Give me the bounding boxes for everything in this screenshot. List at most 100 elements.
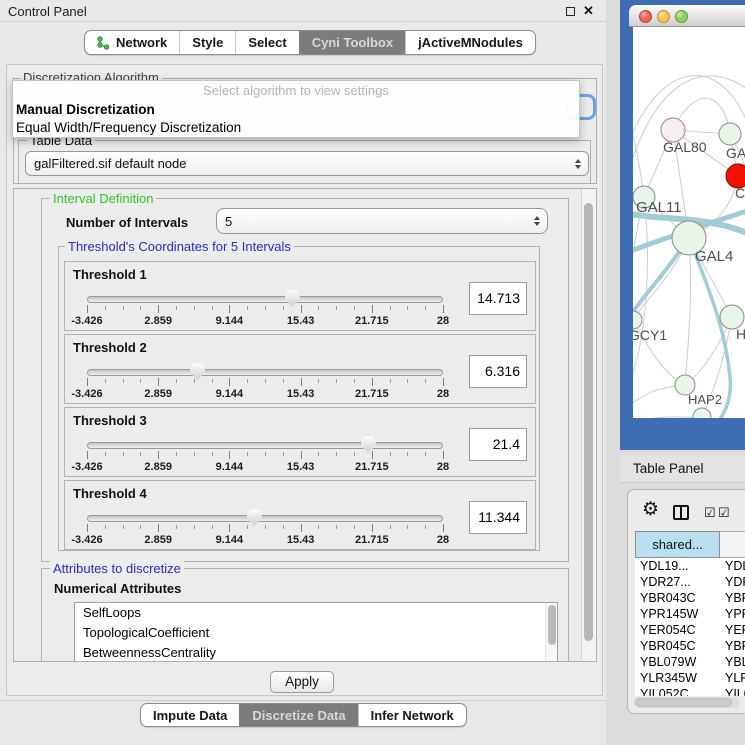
tick-mark: [318, 452, 319, 456]
threshold-value-input[interactable]: 14.713: [469, 282, 527, 315]
float-icon[interactable]: [566, 7, 575, 16]
threshold-label: Threshold 1: [73, 267, 147, 282]
zoom-traffic-light-icon[interactable]: [675, 10, 688, 23]
tick-label: 28: [437, 388, 449, 400]
table-cell: YBR0: [720, 638, 745, 654]
close-icon[interactable]: ✕: [583, 3, 594, 19]
thresholds-group-title: Threshold's Coordinates for 5 Intervals: [65, 239, 294, 254]
tick-mark: [336, 379, 337, 383]
threshold-label: Threshold 4: [73, 486, 147, 501]
threshold-value-input[interactable]: 11.344: [469, 501, 527, 534]
column-header-2[interactable]: n...: [720, 531, 745, 558]
slider-track[interactable]: [87, 369, 443, 376]
threshold-value-input[interactable]: 6.316: [469, 355, 527, 388]
node-label: HAP2: [688, 392, 722, 407]
threshold-panel-2: Threshold 2-3.4262.8599.14415.4321.71528…: [64, 334, 536, 404]
table-row[interactable]: YBR045CYBR0: [635, 638, 745, 654]
tick-mark: [425, 379, 426, 383]
tab-infer-network[interactable]: Infer Network: [358, 704, 466, 726]
checkbox-checked-icon[interactable]: ☑: [704, 505, 716, 521]
tick-mark: [247, 452, 248, 456]
tab-jactivemnodules[interactable]: jActiveMNodules: [405, 31, 535, 54]
network-edge[interactable]: [633, 197, 647, 387]
threshold-slider[interactable]: -3.4262.8599.14415.4321.71528: [87, 509, 443, 549]
tick-mark: [105, 379, 106, 383]
table-row[interactable]: YBL079WYBL0: [635, 654, 745, 670]
combo-spinner-icon: [575, 159, 581, 169]
slider-track[interactable]: [87, 296, 443, 303]
scrollbar-thumb[interactable]: [548, 605, 556, 645]
network-window: GAL80GACGAL11GAL4GCY1HHAP2: [620, 0, 745, 450]
number-of-intervals-value: 5: [225, 214, 232, 229]
table-row[interactable]: YLR345WYLR3: [635, 670, 745, 686]
split-columns-icon[interactable]: [673, 505, 689, 520]
tab-cyni-toolbox[interactable]: Cyni Toolbox: [299, 31, 405, 54]
threshold-slider[interactable]: -3.4262.8599.14415.4321.71528: [87, 436, 443, 476]
network-edge[interactable]: [633, 417, 702, 418]
network-edge[interactable]: [685, 238, 690, 385]
slider-track[interactable]: [87, 442, 443, 449]
table-cell: YPR1: [720, 606, 745, 622]
tick-mark: [158, 451, 159, 459]
table-header-row: shared...n...: [635, 531, 745, 558]
minimize-traffic-light-icon[interactable]: [657, 10, 670, 23]
network-window-titlebar[interactable]: [629, 5, 745, 27]
slider-track[interactable]: [87, 515, 443, 522]
tab-impute-data[interactable]: Impute Data: [141, 704, 239, 726]
tick-mark: [336, 306, 337, 310]
slider-ticks: [87, 524, 443, 533]
tick-label: 15.43: [287, 388, 315, 400]
threshold-panel-3: Threshold 3-3.4262.8599.14415.4321.71528…: [64, 407, 536, 477]
table-cell: YBR045C: [635, 638, 720, 654]
tab-network[interactable]: Network: [85, 31, 179, 54]
gear-icon[interactable]: ⚙: [642, 500, 659, 519]
network-canvas[interactable]: GAL80GACGAL11GAL4GCY1HHAP2: [633, 27, 745, 418]
table-row[interactable]: YBR043CYBR0: [635, 590, 745, 606]
checkbox-checked-icon[interactable]: ☑: [718, 505, 730, 521]
horizontal-scrollbar[interactable]: [634, 697, 740, 708]
table-cell: YIL052C: [635, 686, 720, 696]
algorithm-option-1[interactable]: Manual Discretization: [13, 101, 579, 119]
algorithm-option-2[interactable]: Equal Width/Frequency Discretization: [13, 119, 579, 137]
tab-style[interactable]: Style: [179, 31, 235, 54]
tick-mark: [283, 452, 284, 456]
tick-mark: [265, 452, 266, 456]
tab-select[interactable]: Select: [235, 31, 298, 54]
table-data-combobox[interactable]: galFiltered.sif default node: [25, 151, 589, 176]
tab-discretize-data[interactable]: Discretize Data: [239, 704, 357, 726]
scrollbar-thumb[interactable]: [584, 203, 593, 641]
attribute-item[interactable]: SelfLoops: [75, 603, 557, 623]
apply-button[interactable]: Apply: [270, 671, 334, 693]
table-row[interactable]: YER054CYER0: [635, 622, 745, 638]
threshold-value-input[interactable]: 21.4: [469, 428, 527, 461]
vertical-scrollbar[interactable]: [581, 189, 596, 661]
attribute-item[interactable]: BetweennessCentrality: [75, 643, 557, 662]
close-traffic-light-icon[interactable]: [639, 10, 652, 23]
attribute-item[interactable]: TopologicalCoefficient: [75, 623, 557, 643]
network-node[interactable]: [693, 408, 711, 418]
table-row[interactable]: YPR145WYPR1: [635, 606, 745, 622]
threshold-slider[interactable]: -3.4262.8599.14415.4321.71528: [87, 290, 443, 330]
tick-mark: [105, 525, 106, 529]
scrollbar-thumb[interactable]: [635, 698, 732, 707]
tick-mark: [194, 452, 195, 456]
threshold-slider[interactable]: -3.4262.8599.14415.4321.71528: [87, 363, 443, 403]
table-row[interactable]: YDL19...YDL1: [635, 558, 745, 574]
numerical-attributes-label: Numerical Attributes: [54, 581, 181, 596]
attributes-list-scrollbar[interactable]: [545, 603, 557, 662]
tick-mark: [301, 451, 302, 459]
network-node[interactable]: [719, 123, 741, 145]
tick-mark: [87, 378, 88, 386]
number-of-intervals-combobox[interactable]: 5: [216, 208, 548, 234]
tick-label: 28: [437, 534, 449, 546]
column-header-1[interactable]: shared...: [635, 531, 720, 558]
tick-label: 2.859: [144, 388, 172, 400]
tab-label: Cyni Toolbox: [312, 35, 393, 50]
tick-mark: [425, 306, 426, 310]
control-panel-titlebar: Control Panel ✕: [0, 0, 606, 22]
table-row[interactable]: YIL052CYIL0: [635, 686, 745, 696]
table-row[interactable]: YDR27...YDR2: [635, 574, 745, 590]
tab-label: Select: [248, 35, 286, 50]
tick-mark: [443, 378, 444, 386]
tick-label: 28: [437, 461, 449, 473]
